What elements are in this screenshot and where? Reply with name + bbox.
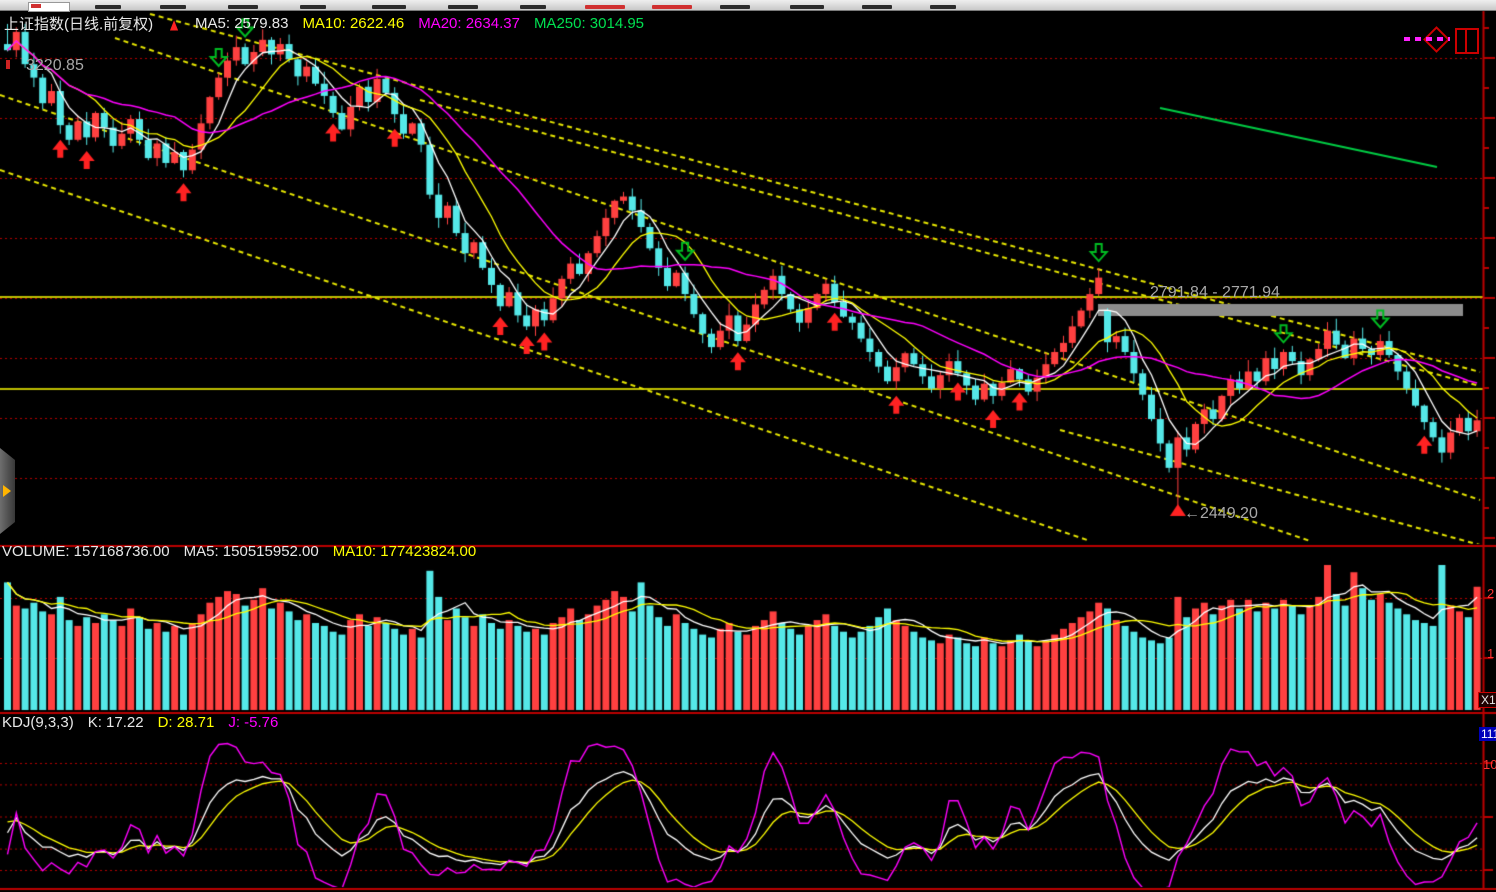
volume-value: VOLUME: 157168736.00 (2, 543, 170, 560)
menu-item-sliver[interactable] (448, 5, 478, 9)
menubar-clipped[interactable] (0, 0, 1496, 11)
volume-axis-lower: 1 (1487, 646, 1494, 661)
kdj-axis-100: 10 (1483, 757, 1496, 772)
menu-item-sliver[interactable] (95, 5, 121, 9)
app-icon (28, 2, 70, 12)
symbol-title: 上证指数(日线.前复权) (4, 13, 153, 34)
volume-ma10-value: MA10: 177423824.00 (333, 543, 476, 560)
ma20-value: MA20: 2634.37 (418, 15, 520, 32)
prior-high-marker (6, 60, 10, 69)
kdj-axis-top-badge: 111 (1479, 727, 1496, 741)
volume-axis-upper: 2 (1487, 586, 1494, 601)
kdj-d-value: D: 28.71 (158, 714, 215, 731)
split-window-icon[interactable] (1455, 28, 1479, 54)
expand-arrow-icon (3, 485, 11, 497)
menu-item-sliver[interactable] (720, 5, 750, 9)
magenta-dashed-segment (1404, 37, 1450, 41)
menu-item-sliver[interactable] (300, 5, 326, 9)
major-low-label: ←2449.20 (1184, 505, 1258, 523)
menu-button-red-sliver[interactable] (585, 5, 625, 9)
volume-scale-badge: X17 (1478, 692, 1496, 708)
menu-item-sliver[interactable] (862, 5, 892, 9)
trading-app-window: 上证指数(日线.前复权) ▲ MA5: 2579.83 MA10: 2622.4… (0, 0, 1496, 892)
kdj-j-value: J: -5.76 (228, 714, 278, 731)
volume-ma5-value: MA5: 150515952.00 (184, 543, 319, 560)
ma250-value: MA250: 3014.95 (534, 15, 644, 32)
ma10-value: MA10: 2622.46 (302, 15, 404, 32)
prior-high-label: 3220.85 (26, 57, 84, 75)
gap-range-label: 2791.84 - 2771.94 (1150, 284, 1280, 302)
menu-item-sliver[interactable] (372, 5, 406, 9)
volume-pane-header: VOLUME: 157168736.00 MA5: 150515952.00 M… (2, 543, 476, 560)
ma5-value: MA5: 2579.83 (195, 15, 288, 32)
main-chart-header: 上证指数(日线.前复权) ▲ MA5: 2579.83 MA10: 2622.4… (4, 13, 644, 34)
menu-item-sliver[interactable] (160, 5, 186, 9)
menu-button-red-sliver[interactable] (652, 5, 692, 9)
kdj-pane-header: KDJ(9,3,3) K: 17.22 D: 28.71 J: -5.76 (2, 714, 278, 731)
menu-item-sliver[interactable] (930, 5, 956, 9)
menu-item-sliver[interactable] (520, 5, 546, 9)
menu-item-sliver[interactable] (228, 5, 258, 9)
sidebar-expand-handle[interactable] (0, 448, 15, 534)
chart-canvas[interactable] (0, 0, 1496, 892)
up-arrow-icon: ▲ (167, 14, 181, 34)
kdj-k-value: K: 17.22 (88, 714, 144, 731)
kdj-name: KDJ(9,3,3) (2, 714, 74, 731)
menu-item-sliver[interactable] (790, 5, 824, 9)
